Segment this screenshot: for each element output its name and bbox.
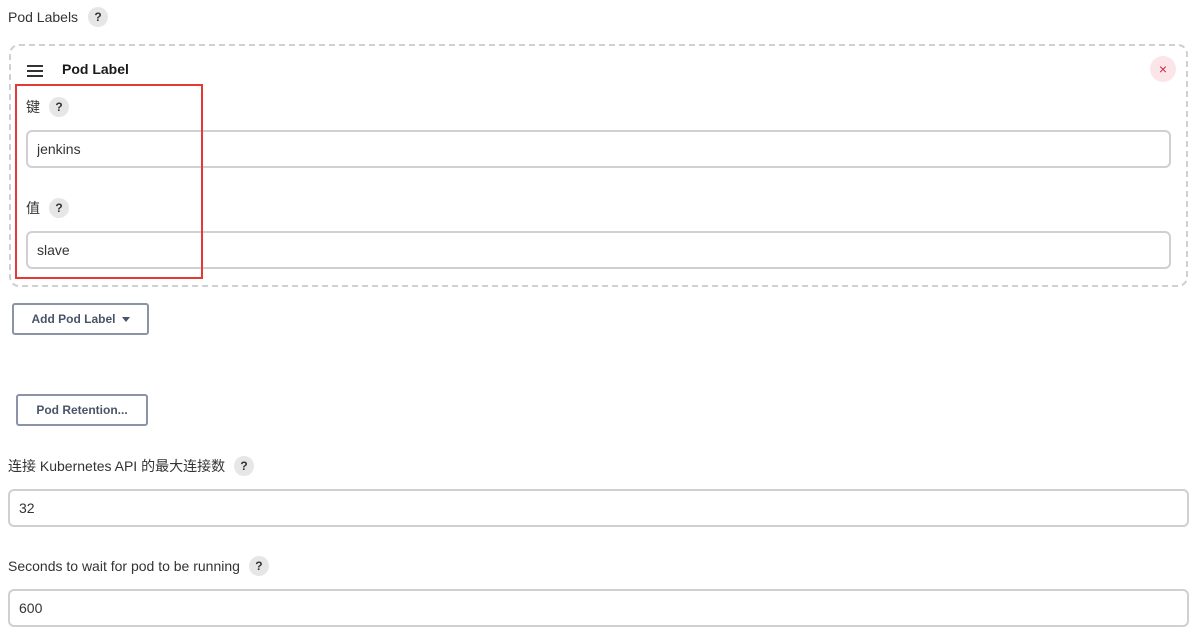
wait-seconds-label: Seconds to wait for pod to be running xyxy=(8,558,240,574)
add-pod-label-button-label: Add Pod Label xyxy=(31,312,116,326)
caret-down-icon xyxy=(121,317,130,322)
close-icon: × xyxy=(1158,61,1168,77)
max-connections-label-row: 连接 Kubernetes API 的最大连接数 ? xyxy=(8,456,255,476)
pod-retention-button-label: Pod Retention... xyxy=(36,403,128,417)
add-pod-label-button[interactable]: Add Pod Label xyxy=(12,303,149,335)
pod-label-title: Pod Label xyxy=(62,61,129,77)
value-label: 值 xyxy=(26,200,40,216)
key-input[interactable] xyxy=(26,130,1171,168)
delete-pod-label-button[interactable]: × xyxy=(1150,56,1176,82)
pod-labels-header: Pod Labels ? xyxy=(8,7,109,27)
help-icon[interactable]: ? xyxy=(88,7,109,27)
wait-seconds-label-row: Seconds to wait for pod to be running ? xyxy=(8,556,269,576)
help-icon[interactable]: ? xyxy=(234,456,255,476)
help-icon[interactable]: ? xyxy=(49,198,69,218)
value-input[interactable] xyxy=(26,231,1171,269)
pod-labels-label: Pod Labels xyxy=(8,9,79,25)
key-label-row: 键 ? xyxy=(26,97,69,117)
key-label: 键 xyxy=(26,99,40,115)
wait-seconds-input[interactable] xyxy=(8,589,1189,627)
help-icon[interactable]: ? xyxy=(248,556,269,576)
hamburger-icon[interactable] xyxy=(27,65,43,77)
value-label-row: 值 ? xyxy=(26,198,69,218)
pod-retention-button[interactable]: Pod Retention... xyxy=(16,394,148,426)
max-connections-input[interactable] xyxy=(8,489,1189,527)
max-connections-label: 连接 Kubernetes API 的最大连接数 xyxy=(8,458,226,474)
help-icon[interactable]: ? xyxy=(49,97,69,117)
